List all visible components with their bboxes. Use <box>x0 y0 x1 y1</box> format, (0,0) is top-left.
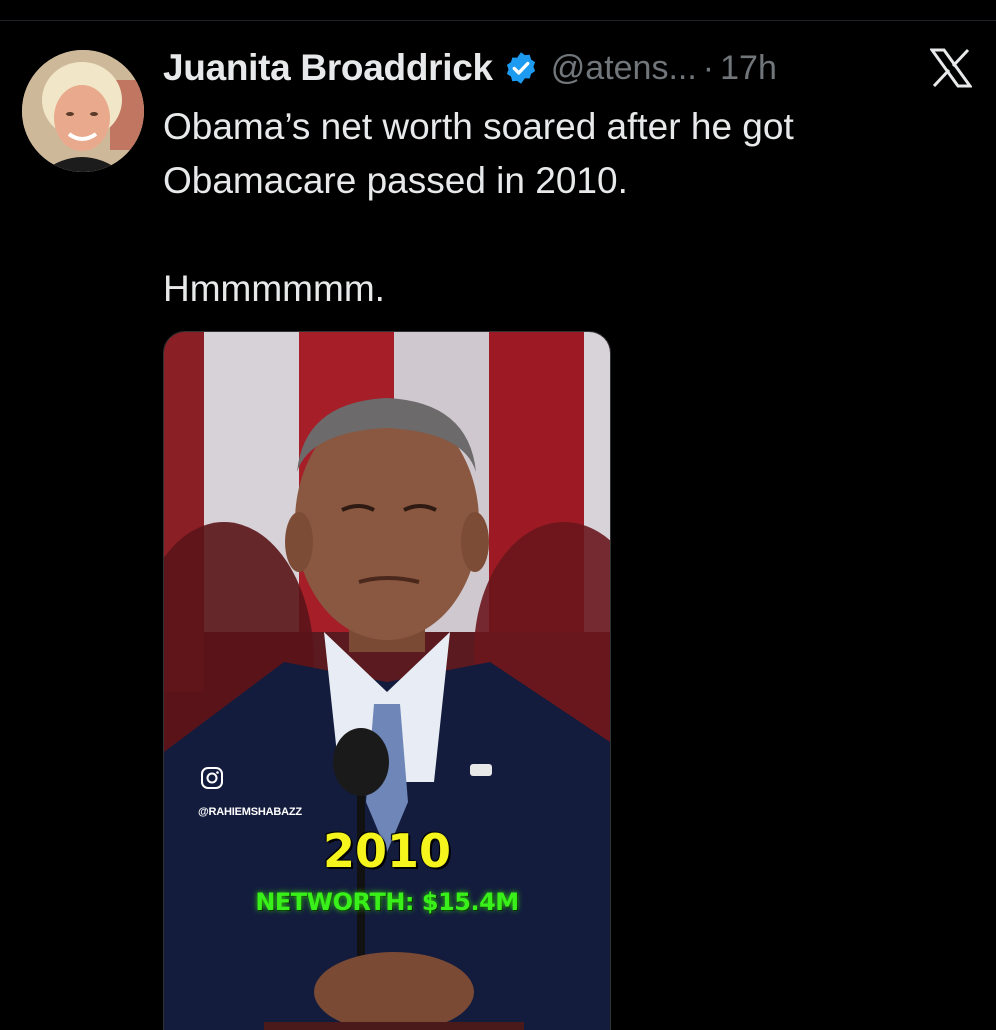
instagram-icon <box>200 766 224 790</box>
author-handle[interactable]: @atens... <box>551 49 697 88</box>
overlay-networth: NETWORTH: $15.4M <box>255 888 519 916</box>
tweet-screen: Juanita Broaddrick @atens... · 17h Obama… <box>0 0 996 1030</box>
overlay-year: 2010 <box>322 824 452 878</box>
tweet-video[interactable]: @RAHIEMSHABAZZ 2010 NETWORTH: $15.4M <box>163 331 611 1030</box>
verified-badge-icon <box>503 50 539 86</box>
top-divider <box>0 20 996 21</box>
x-logo-icon[interactable] <box>929 48 973 88</box>
tweet-text-line: Obama’s net worth soared after he got <box>163 106 794 147</box>
watermark-handle: @RAHIEMSHABAZZ <box>198 806 302 818</box>
tweet-text-line: Hmmmmmm. <box>163 268 385 309</box>
avatar[interactable] <box>22 50 144 172</box>
timestamp[interactable]: 17h <box>720 49 777 88</box>
tweet-header: Juanita Broaddrick @atens... · 17h <box>163 46 777 90</box>
separator-dot: · <box>702 48 715 87</box>
tweet-text: Obama’s net worth soared after he got Ob… <box>163 100 943 316</box>
tweet-text-line: Obamacare passed in 2010. <box>163 160 628 201</box>
author-name[interactable]: Juanita Broaddrick <box>163 47 493 89</box>
